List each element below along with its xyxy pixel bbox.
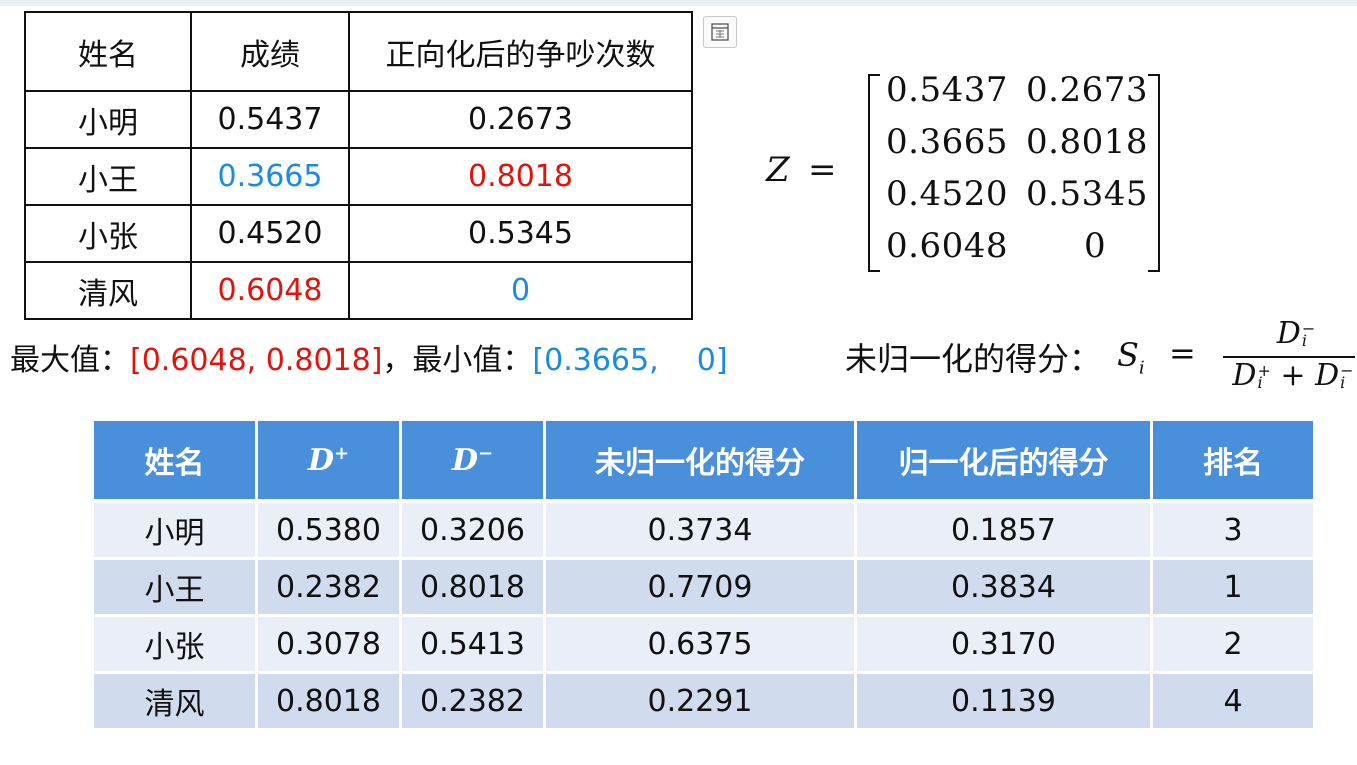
row-quarrel-min: 0: [348, 261, 693, 320]
matrix-symbol: Z: [766, 150, 790, 190]
header-dplus: D+: [256, 421, 402, 503]
row-rank: 3: [1151, 501, 1316, 560]
top-strip: [0, 0, 1357, 6]
row-normalized-score: 0.3170: [855, 615, 1153, 674]
separator: ，: [382, 343, 413, 378]
table-row: 小王 0.2382 0.8018 0.7709 0.3834 1: [94, 558, 1316, 617]
header-name: 姓名: [24, 11, 192, 92]
max-label: 最大值：: [10, 343, 130, 378]
score-table: 姓名 成绩 正向化后的争吵次数 小明 0.5437 0.2673 小王 0.36…: [24, 11, 693, 320]
matrix-cell: 0.5437: [886, 70, 1008, 110]
row-name: 清风: [24, 261, 192, 320]
row-quarrel: 0.2673: [348, 90, 693, 149]
row-quarrel: 0.5345: [348, 204, 693, 263]
matrix-cell: 0.8018: [1026, 122, 1148, 162]
table-row: 小张 0.3078 0.5413 0.6375 0.3170 2: [94, 615, 1316, 674]
row-normalized-score: 0.1139: [855, 672, 1153, 731]
row-quarrel-max: 0.8018: [348, 147, 693, 206]
dminus-sup: −: [477, 442, 494, 464]
row-score: 0.5437: [190, 90, 350, 149]
formula-equals: =: [1169, 334, 1196, 372]
den-b-symbol: D: [1315, 358, 1340, 393]
matrix-cell: 0.4520: [886, 174, 1008, 214]
row-score-max: 0.6048: [190, 261, 350, 320]
row-name: 小王: [94, 558, 258, 617]
row-normalized-score: 0.1857: [855, 501, 1153, 560]
den-a-symbol: D: [1232, 358, 1257, 393]
header-score: 成绩: [190, 11, 350, 92]
matrix-equals: =: [808, 150, 837, 190]
z-matrix: Z = 0.5437 0.2673 0.3665 0.8018 0.4520 0…: [766, 70, 1166, 272]
row-name: 小张: [24, 204, 192, 263]
score-formula: 未归一化的得分： Si = D− i D+ i + D− i: [845, 316, 1357, 398]
numerator-sub: i: [1301, 331, 1307, 350]
row-dminus: 0.2382: [400, 672, 546, 731]
row-raw-score: 0.2291: [544, 672, 857, 731]
table-row: 小明 0.5437 0.2673: [24, 90, 693, 149]
table-row: 小王 0.3665 0.8018: [24, 147, 693, 206]
row-dplus: 0.5380: [256, 501, 402, 560]
den-plus: +: [1270, 358, 1316, 393]
row-name: 小张: [94, 615, 258, 674]
matrix-cell: 0.2673: [1026, 70, 1148, 110]
min-label: 最小值：: [412, 343, 533, 378]
row-dminus: 0.8018: [400, 558, 546, 617]
header-raw-score: 未归一化的得分: [544, 421, 857, 503]
row-dminus: 0.3206: [400, 501, 546, 560]
table-row: 小张 0.4520 0.5345: [24, 204, 693, 263]
formula-numerator: D− i: [1237, 316, 1355, 351]
row-raw-score: 0.6375: [544, 615, 857, 674]
dplus-symbol: D: [307, 442, 334, 478]
table-row: 小明 0.5380 0.3206 0.3734 0.1857 3: [94, 501, 1316, 560]
row-name: 小明: [24, 90, 192, 149]
row-name: 小明: [94, 501, 258, 560]
table-row: 清风 0.6048 0: [24, 261, 693, 320]
row-raw-score: 0.3734: [544, 501, 857, 560]
matrix-right-bracket: [1148, 74, 1160, 272]
row-rank: 1: [1151, 558, 1316, 617]
den-a-sub: i: [1257, 373, 1263, 392]
max-value: [0.6048, 0.8018]: [130, 343, 383, 378]
formula-lhs: Si: [1117, 336, 1145, 378]
row-name: 小王: [24, 147, 192, 206]
row-name: 清风: [94, 672, 258, 731]
dplus-sup: +: [333, 442, 350, 464]
matrix-cell: 0.5345: [1026, 174, 1148, 214]
matrix-cell: 0.6048: [886, 226, 1008, 266]
row-dminus: 0.5413: [400, 615, 546, 674]
row-raw-score: 0.7709: [544, 558, 857, 617]
expand-icon[interactable]: [703, 16, 737, 48]
row-score: 0.4520: [190, 204, 350, 263]
header-normalized-score: 归一化后的得分: [855, 421, 1153, 503]
formula-lhs-symbol: S: [1117, 336, 1139, 374]
matrix-left-bracket: [868, 74, 880, 272]
header-name: 姓名: [94, 421, 258, 503]
matrix-cell: 0: [1084, 226, 1107, 266]
row-score-min: 0.3665: [190, 147, 350, 206]
min-value: [0.3665, 0]: [532, 343, 728, 378]
row-dplus: 0.2382: [256, 558, 402, 617]
formula-lhs-sub: i: [1138, 357, 1145, 379]
result-table: 姓名 D+ D− 未归一化的得分 归一化后的得分 排名 小明 0.5380 0.…: [94, 421, 1316, 731]
formula-label: 未归一化的得分：: [845, 340, 1102, 378]
den-b-sub: i: [1340, 373, 1346, 392]
dminus-symbol: D: [451, 442, 478, 478]
row-rank: 2: [1151, 615, 1316, 674]
numerator-symbol: D: [1276, 316, 1301, 351]
min-max-line: 最大值：[0.6048, 0.8018]，最小值：[0.3665, 0]: [10, 335, 728, 379]
header-dminus: D−: [400, 421, 546, 503]
result-header-row: 姓名 D+ D− 未归一化的得分 归一化后的得分 排名: [94, 421, 1316, 503]
table-row: 清风 0.8018 0.2382 0.2291 0.1139 4: [94, 672, 1316, 731]
header-quarrel: 正向化后的争吵次数: [348, 11, 693, 92]
table-header-row: 姓名 成绩 正向化后的争吵次数: [24, 11, 693, 92]
row-dplus: 0.8018: [256, 672, 402, 731]
row-normalized-score: 0.3834: [855, 558, 1153, 617]
matrix-cell: 0.3665: [886, 122, 1008, 162]
header-rank: 排名: [1151, 421, 1316, 503]
formula-denominator: D+ i + D− i: [1223, 358, 1357, 393]
row-dplus: 0.3078: [256, 615, 402, 674]
row-rank: 4: [1151, 672, 1316, 731]
